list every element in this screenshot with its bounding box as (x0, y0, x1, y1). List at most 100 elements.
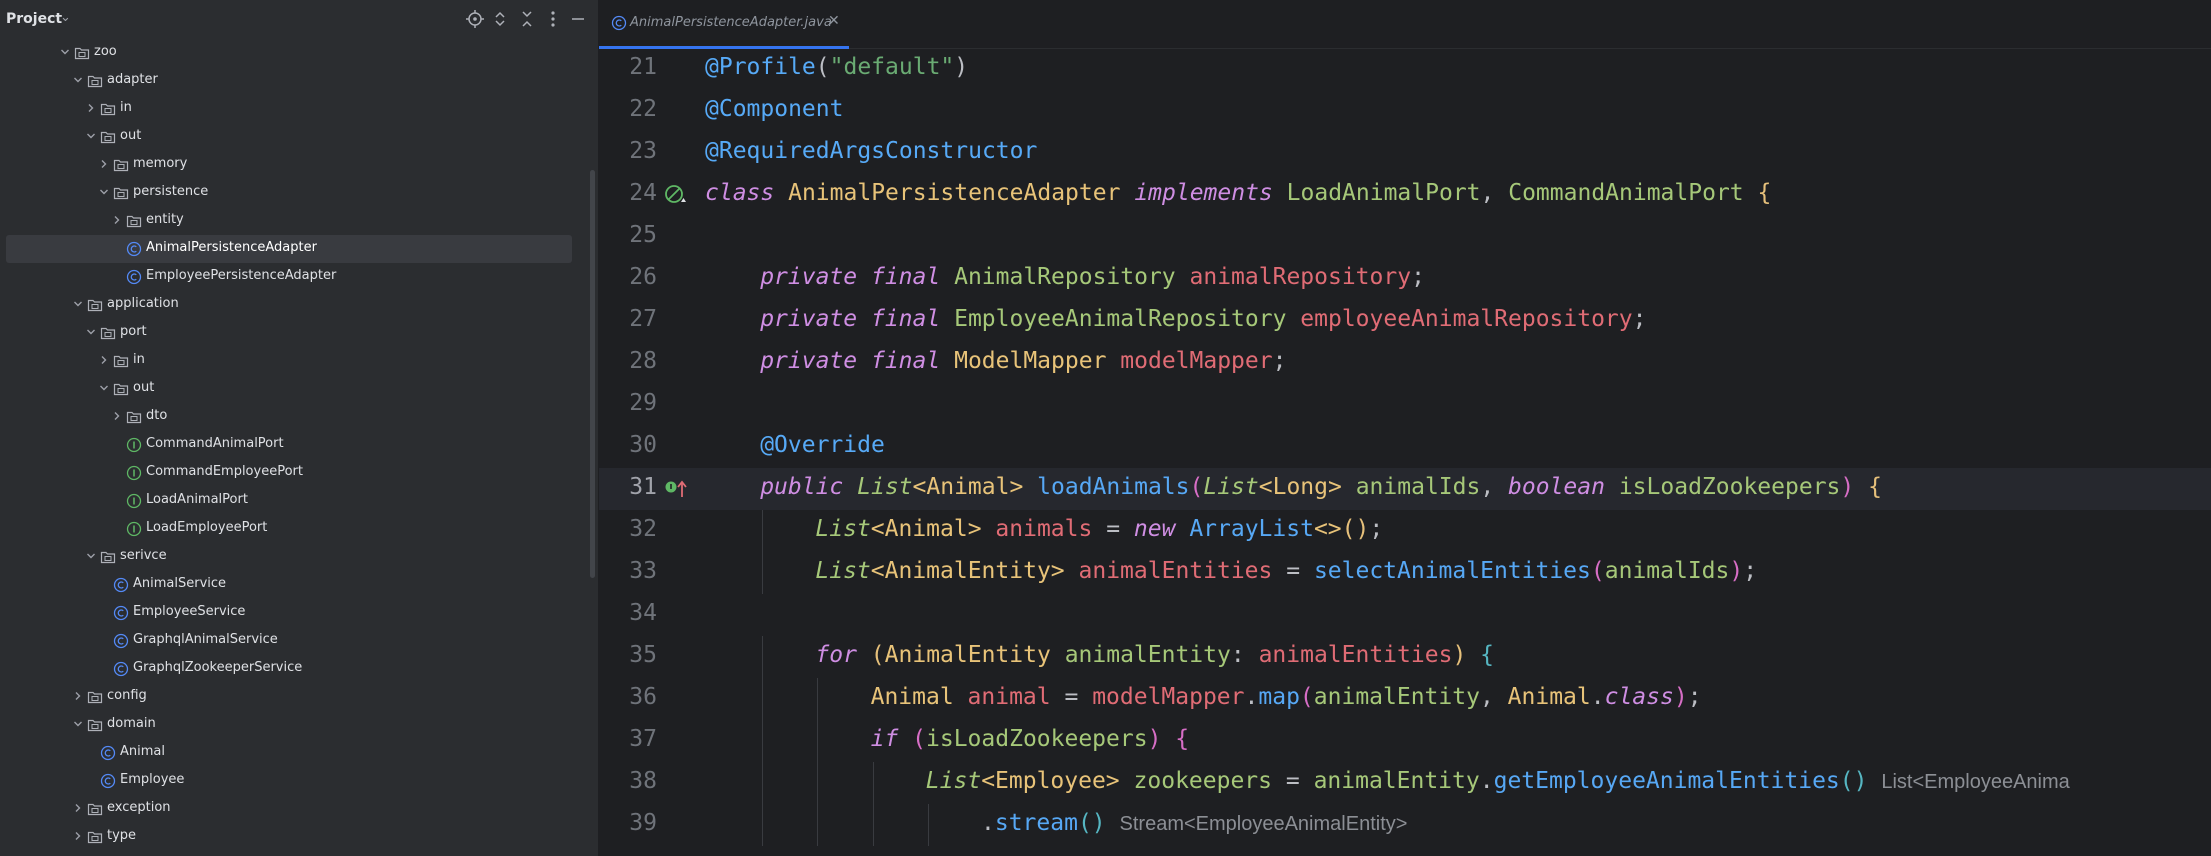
bean-icon[interactable] (663, 183, 689, 213)
line-number[interactable]: 30 (599, 432, 657, 458)
chevron-right-icon[interactable] (84, 101, 98, 115)
code-line[interactable]: 22 @Component (599, 90, 2211, 132)
tree-file-graphqlzookeeperservice[interactable]: GraphqlZookeeperService (0, 655, 598, 683)
code-line[interactable]: 36 Animal animal = modelMapper.map(animal… (599, 678, 2211, 720)
code-line[interactable]: 26 private final AnimalRepository animalR… (599, 258, 2211, 300)
line-number[interactable]: 38 (599, 768, 657, 794)
code-line[interactable]: 21 @Profile("default") (599, 48, 2211, 90)
chevron-down-icon[interactable] (71, 73, 85, 87)
chevron-down-icon[interactable] (97, 185, 111, 199)
line-number[interactable]: 36 (599, 684, 657, 710)
code-line[interactable]: 23 @RequiredArgsConstructor (599, 132, 2211, 174)
tree-folder-exception[interactable]: exception (0, 795, 598, 823)
code-line[interactable]: 34 (599, 594, 2211, 636)
tree-folder-config[interactable]: config (0, 683, 598, 711)
line-number[interactable]: 31 (599, 474, 657, 500)
tree-folder-out[interactable]: out (0, 375, 598, 403)
code-line[interactable]: 33 List<AnimalEntity> animalEntities = se… (599, 552, 2211, 594)
code-line[interactable]: 25 (599, 216, 2211, 258)
chevron-right-icon[interactable] (71, 829, 85, 843)
code-line[interactable]: 30 @Override (599, 426, 2211, 468)
tree-file-animalservice[interactable]: AnimalService (0, 571, 598, 599)
line-number[interactable]: 37 (599, 726, 657, 752)
tree-file-employee[interactable]: Employee (0, 767, 598, 795)
tree-folder-type[interactable]: type (0, 823, 598, 851)
line-number[interactable]: 39 (599, 810, 657, 836)
tree-file-commandanimalport[interactable]: CommandAnimalPort (0, 431, 598, 459)
chevron-down-icon[interactable] (71, 297, 85, 311)
line-number[interactable]: 35 (599, 642, 657, 668)
tree-folder-dto[interactable]: dto (0, 403, 598, 431)
code-line[interactable]: 32 List<Animal> animals = new ArrayList<>… (599, 510, 2211, 552)
more-options-icon[interactable] (543, 9, 563, 29)
tree-folder-persistence[interactable]: persistence (0, 179, 598, 207)
chevron-down-icon[interactable] (84, 129, 98, 143)
tree-file-loademployeeport[interactable]: LoadEmployeePort (0, 515, 598, 543)
collapse-icon[interactable] (517, 9, 537, 29)
line-number[interactable]: 25 (599, 222, 657, 248)
tree-folder-domain[interactable]: domain (0, 711, 598, 739)
tree-folder-out[interactable]: out (0, 123, 598, 151)
line-number[interactable]: 22 (599, 96, 657, 122)
code-line[interactable]: 31 public List<Animal> loadAnimals(List<L… (599, 468, 2211, 510)
code-area[interactable]: 21 @Profile("default") 22 @Component 23 @Requ… (599, 48, 2211, 856)
tree-file-commandemployeeport[interactable]: CommandEmployeePort (0, 459, 598, 487)
tree-file-loadanimalport[interactable]: LoadAnimalPort (0, 487, 598, 515)
line-number[interactable]: 32 (599, 516, 657, 542)
tree-folder-serivce[interactable]: serivce (0, 543, 598, 571)
line-number[interactable]: 33 (599, 558, 657, 584)
code-line[interactable]: 27 private final EmployeeAnimalRepository… (599, 300, 2211, 342)
editor-tab[interactable]: AnimalPersistenceAdapter.java ✕ (599, 0, 849, 49)
chevron-down-icon[interactable]: ⌄ (60, 10, 71, 25)
tree-file-animal[interactable]: Animal (0, 739, 598, 767)
line-number[interactable]: 27 (599, 306, 657, 332)
chevron-right-icon[interactable] (110, 213, 124, 227)
hide-icon[interactable] (568, 9, 588, 29)
code-line[interactable]: 35 for (AnimalEntity animalEntity: animal… (599, 636, 2211, 678)
tree-file-animalpersistenceadapter[interactable]: AnimalPersistenceAdapter (0, 235, 598, 263)
project-view-selector[interactable]: Project (6, 11, 62, 27)
chevron-right-icon[interactable] (110, 409, 124, 423)
indent-guide (762, 804, 764, 846)
expand-icon[interactable] (490, 9, 510, 29)
code-line[interactable]: 39 .stream() Stream<EmployeeAnimalEntity> (599, 804, 2211, 846)
code-line[interactable]: 38 List<Employee> zookeepers = animalEnti… (599, 762, 2211, 804)
tree-folder-memory[interactable]: memory (0, 151, 598, 179)
code-line[interactable]: 28 private final ModelMapper modelMapper; (599, 342, 2211, 384)
tree-file-employeepersistenceadapter[interactable]: EmployeePersistenceAdapter (0, 263, 598, 291)
chevron-right-icon[interactable] (71, 689, 85, 703)
chevron-right-icon[interactable] (97, 353, 111, 367)
close-icon[interactable]: ✕ (828, 13, 840, 29)
line-number[interactable]: 34 (599, 600, 657, 626)
chevron-right-icon[interactable] (97, 157, 111, 171)
tree-folder-application[interactable]: application (0, 291, 598, 319)
tree-folder-entity[interactable]: entity (0, 207, 598, 235)
code-line[interactable]: 37 if (isLoadZookeepers) { (599, 720, 2211, 762)
tree-folder-adapter[interactable]: adapter (0, 67, 598, 95)
tree-folder-in[interactable]: in (0, 347, 598, 375)
chevron-down-icon[interactable] (84, 549, 98, 563)
line-number[interactable]: 26 (599, 264, 657, 290)
code-line[interactable]: 24 class AnimalPersistenceAdapter impleme… (599, 174, 2211, 216)
tree-folder-zoo[interactable]: zoo (0, 39, 598, 67)
chevron-down-icon[interactable] (58, 45, 72, 59)
line-number[interactable]: 29 (599, 390, 657, 416)
line-number[interactable]: 23 (599, 138, 657, 164)
line-number[interactable]: 24 (599, 180, 657, 206)
tree-folder-in[interactable]: in (0, 95, 598, 123)
chevron-down-icon[interactable] (97, 381, 111, 395)
chevron-down-icon[interactable] (71, 717, 85, 731)
code-line[interactable]: 29 (599, 384, 2211, 426)
chevron-right-icon[interactable] (71, 801, 85, 815)
project-scrollbar[interactable] (590, 170, 595, 578)
code-token: . (1479, 768, 1494, 794)
line-number[interactable]: 28 (599, 348, 657, 374)
locate-icon[interactable] (465, 9, 485, 29)
line-number[interactable]: 21 (599, 54, 657, 80)
chevron-down-icon[interactable] (84, 325, 98, 339)
tree-folder-port[interactable]: port (0, 319, 598, 347)
tree-file-employeeservice[interactable]: EmployeeService (0, 599, 598, 627)
implements-icon[interactable] (663, 477, 689, 507)
tree-file-graphqlanimalservice[interactable]: GraphqlAnimalService (0, 627, 598, 655)
